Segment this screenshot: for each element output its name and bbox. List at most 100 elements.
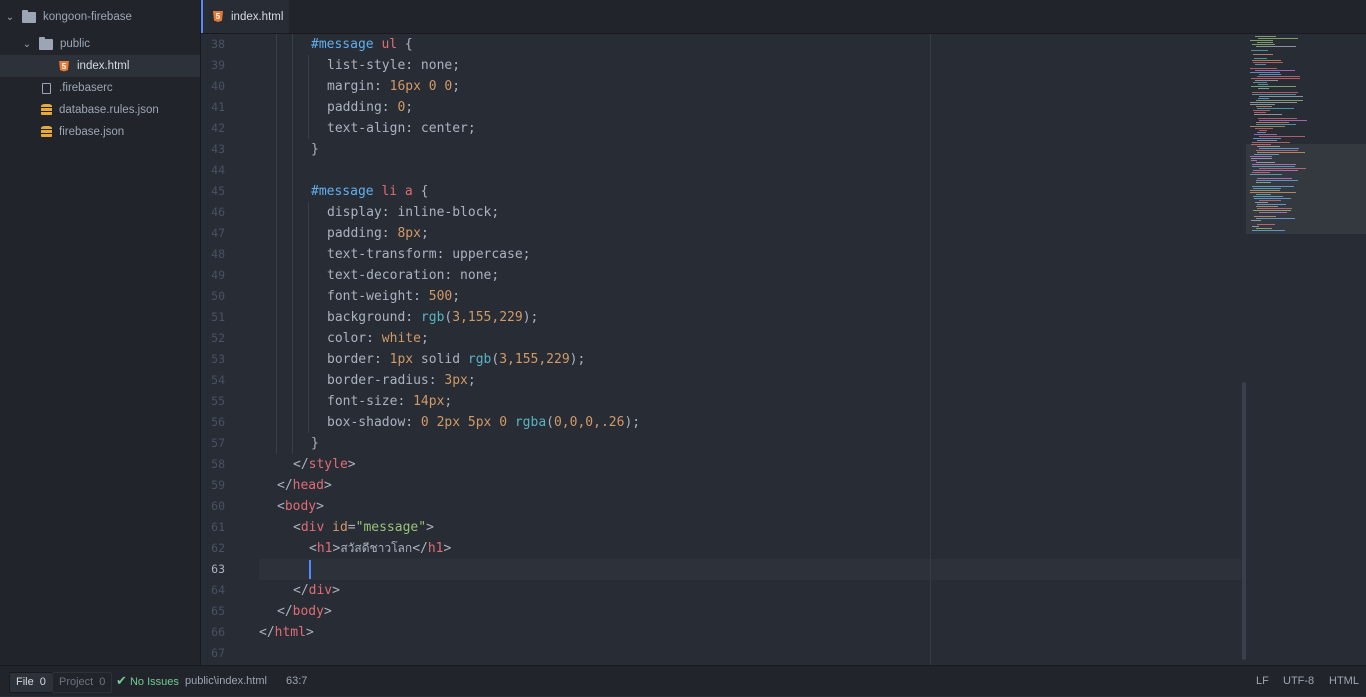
file-path[interactable]: public\index.html bbox=[185, 666, 267, 696]
html-attr: id bbox=[324, 520, 348, 535]
code-text: ; bbox=[420, 226, 429, 241]
code-line: border-radius: 3px; bbox=[327, 370, 476, 391]
code-text: text-decoration: none; bbox=[327, 268, 500, 283]
code-line: margin: 16px 0 0; bbox=[327, 76, 460, 97]
minimap-line bbox=[1258, 118, 1297, 119]
tab-label: index.html bbox=[231, 10, 284, 23]
code-line: </div> bbox=[293, 580, 340, 601]
minimap-line bbox=[1253, 62, 1283, 63]
code-line: border: 1px solid rgb(3,155,229); bbox=[327, 349, 585, 370]
code-text: ; bbox=[452, 289, 461, 304]
minimap-visible-region[interactable] bbox=[1246, 144, 1366, 234]
status-bar: File 0 Project 0 ✔ No Issues public\index.… bbox=[0, 665, 1366, 696]
code-editor[interactable]: 38 39 40 41 42 43 44 45 46 47 48 49 50 5… bbox=[201, 34, 1241, 665]
code-line: </head> bbox=[277, 475, 332, 496]
tree-item-database-rules[interactable]: database.rules.json bbox=[0, 99, 200, 121]
minimap-line bbox=[1250, 68, 1277, 69]
minimap-line bbox=[1259, 74, 1281, 75]
indent-guide bbox=[276, 34, 277, 454]
code-line: font-size: 14px; bbox=[327, 391, 452, 412]
punct: </ bbox=[277, 604, 293, 619]
tree-item-label: firebase.json bbox=[59, 126, 125, 138]
code-value: white bbox=[381, 331, 421, 346]
tree-root-label: kongoon-firebase bbox=[43, 11, 132, 23]
code-text: text-transform: uppercase; bbox=[327, 247, 531, 262]
line-number: 55 bbox=[211, 394, 225, 408]
code-line: #message li a { bbox=[311, 181, 428, 202]
code-text: margin: bbox=[327, 79, 390, 94]
tab-index-html[interactable]: 5 index.html bbox=[201, 0, 289, 33]
tree-item-index-html[interactable]: 5 index.html bbox=[0, 55, 200, 77]
html5-icon: 5 bbox=[59, 60, 69, 72]
tab-bar: 5 index.html bbox=[201, 0, 1366, 34]
indent-guide bbox=[308, 202, 309, 433]
tree-item-firebaserc[interactable]: .firebaserc bbox=[0, 77, 200, 99]
folder-icon bbox=[22, 9, 36, 23]
minimap-line bbox=[1252, 94, 1296, 95]
indent-guide bbox=[292, 34, 293, 454]
line-number: 65 bbox=[211, 604, 225, 618]
code-value: 0 2px 5px 0 bbox=[420, 415, 508, 430]
linter-status[interactable]: ✔ No Issues bbox=[116, 666, 179, 696]
file-icon bbox=[42, 82, 51, 94]
minimap-line bbox=[1259, 120, 1307, 121]
punct: { bbox=[397, 37, 413, 52]
current-line-highlight bbox=[259, 559, 1241, 580]
html-tag: html bbox=[274, 625, 306, 640]
minimap-line bbox=[1258, 88, 1269, 89]
code-value: 500 bbox=[428, 289, 453, 304]
html-tag: body bbox=[284, 499, 317, 514]
code-line: color: white; bbox=[327, 328, 429, 349]
punct: < bbox=[293, 520, 301, 535]
file-tab-label: File bbox=[16, 676, 34, 688]
minimap-line bbox=[1255, 70, 1295, 71]
punct: < bbox=[277, 499, 285, 514]
minimap-line bbox=[1253, 138, 1281, 139]
cursor-position[interactable]: 63:7 bbox=[286, 666, 307, 696]
minimap-line bbox=[1256, 124, 1296, 125]
code-text: ; bbox=[405, 100, 414, 115]
line-ending-selector[interactable]: LF bbox=[1256, 666, 1269, 696]
grammar-selector[interactable]: HTML bbox=[1329, 666, 1359, 696]
html-text: สวัสดีชาวโลก bbox=[340, 541, 413, 555]
minimap-line bbox=[1253, 110, 1270, 111]
line-number: 54 bbox=[211, 373, 225, 387]
html-tag: head bbox=[292, 478, 324, 493]
code-text: padding: bbox=[327, 100, 398, 115]
tree-item-firebase-json[interactable]: firebase.json bbox=[0, 121, 200, 143]
vertical-scrollbar[interactable] bbox=[1242, 382, 1246, 660]
line-number: 44 bbox=[211, 163, 225, 177]
minimap-line bbox=[1254, 112, 1266, 113]
code-line: background: rgb(3,155,229); bbox=[327, 307, 538, 328]
code-text: box-shadow: bbox=[327, 415, 421, 430]
code-text: font-size: bbox=[327, 394, 414, 409]
code-value: 3px bbox=[444, 373, 468, 388]
chevron-down-icon: ⌄ bbox=[22, 38, 32, 50]
tree-item-public[interactable]: ⌄ public bbox=[0, 33, 200, 55]
file-issues-tab[interactable]: File 0 bbox=[9, 672, 53, 693]
check-icon: ✔ bbox=[116, 673, 127, 688]
minimap-line bbox=[1259, 136, 1305, 137]
code-text: color: bbox=[327, 331, 382, 346]
tree-root-folder[interactable]: ⌄ kongoon-firebase bbox=[0, 6, 200, 28]
line-number: 61 bbox=[211, 520, 225, 534]
minimap[interactable] bbox=[1246, 34, 1366, 665]
project-issues-tab[interactable]: Project 0 bbox=[52, 672, 113, 693]
minimap-line bbox=[1252, 92, 1298, 93]
code-value: 8px bbox=[397, 226, 421, 241]
code-text: ); bbox=[624, 415, 641, 430]
code-line: text-align: center; bbox=[327, 118, 476, 139]
minimap-line bbox=[1258, 38, 1298, 39]
line-number: 51 bbox=[211, 310, 225, 324]
code-line: <body> bbox=[277, 496, 324, 517]
punct: > bbox=[323, 478, 332, 493]
minimap-line bbox=[1252, 60, 1281, 61]
code-text: font-weight: bbox=[327, 289, 429, 304]
minimap-line bbox=[1256, 46, 1296, 47]
no-issues-label: No Issues bbox=[129, 676, 179, 688]
punct: > bbox=[305, 625, 314, 640]
encoding-selector[interactable]: UTF-8 bbox=[1283, 666, 1314, 696]
code-text: ; bbox=[420, 331, 429, 346]
minimap-line bbox=[1255, 64, 1266, 65]
